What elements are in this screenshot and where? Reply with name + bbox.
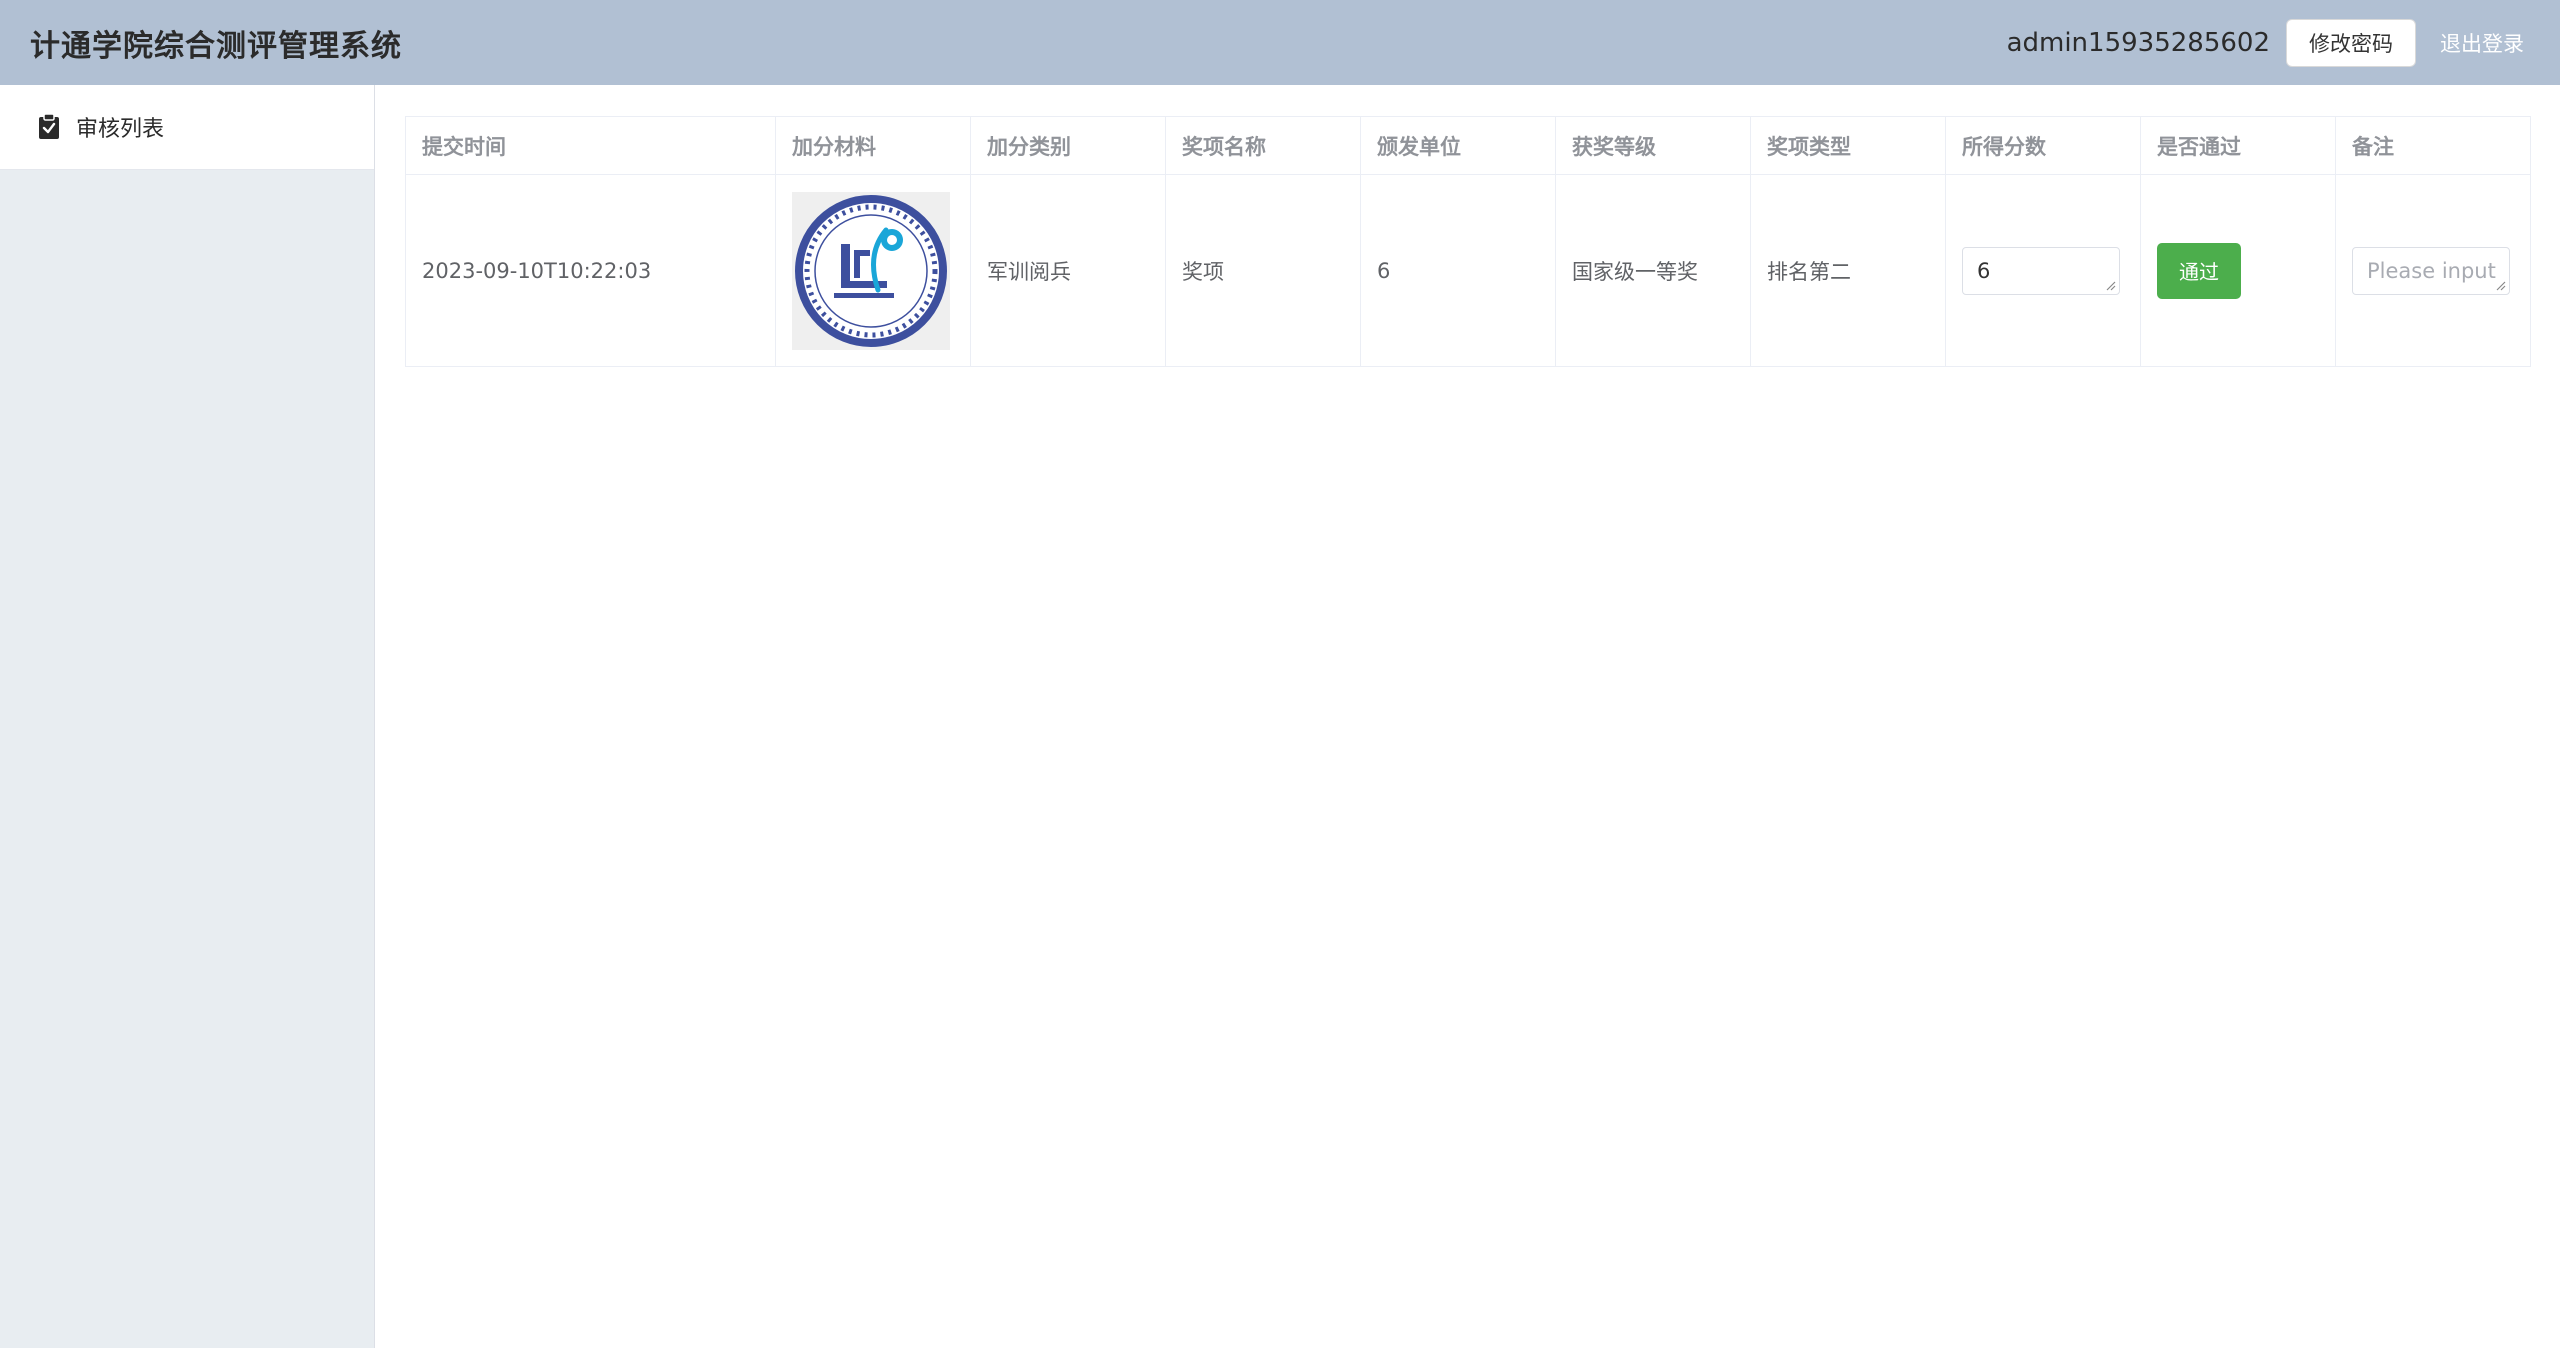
clipboard-check-icon bbox=[38, 114, 60, 140]
top-header: 计通学院综合测评管理系统 admin15935285602 修改密码 退出登录 bbox=[0, 0, 2560, 85]
column-header: 奖项名称 bbox=[1165, 116, 1361, 175]
remark-placeholder: Please input bbox=[2367, 258, 2496, 283]
material-cell bbox=[775, 174, 971, 367]
table-header-row: 提交时间 加分材料 加分类别 奖项名称 颁发单位 获奖等级 奖项类型 所得分数 … bbox=[405, 116, 2531, 175]
score-cell: 6 bbox=[1945, 174, 2141, 367]
pass-cell: 通过 bbox=[2140, 174, 2336, 367]
change-password-button[interactable]: 修改密码 bbox=[2286, 18, 2416, 67]
resize-handle-icon[interactable] bbox=[2106, 281, 2116, 291]
sidebar: 审核列表 bbox=[0, 85, 375, 1348]
app-title: 计通学院综合测评管理系统 bbox=[30, 28, 402, 64]
remark-cell: Please input bbox=[2335, 174, 2531, 367]
school-emblem-icon bbox=[795, 194, 947, 347]
material-image[interactable] bbox=[792, 191, 950, 350]
username-label: admin15935285602 bbox=[2006, 27, 2270, 58]
pass-button[interactable]: 通过 bbox=[2157, 242, 2241, 299]
column-header: 颁发单位 bbox=[1360, 116, 1556, 175]
column-header: 奖项类型 bbox=[1750, 116, 1946, 175]
category-cell: 军训阅兵 bbox=[970, 174, 1166, 367]
issuer-cell: 6 bbox=[1360, 174, 1556, 367]
award-name-cell: 奖项 bbox=[1165, 174, 1361, 367]
submit-time-cell: 2023-09-10T10:22:03 bbox=[405, 174, 776, 367]
award-type-cell: 排名第二 bbox=[1750, 174, 1946, 367]
header-actions: admin15935285602 修改密码 退出登录 bbox=[2006, 18, 2524, 67]
resize-handle-icon[interactable] bbox=[2496, 281, 2506, 291]
review-table: 提交时间 加分材料 加分类别 奖项名称 颁发单位 获奖等级 奖项类型 所得分数 … bbox=[405, 116, 2531, 367]
sidebar-item-label: 审核列表 bbox=[76, 117, 165, 142]
score-value: 6 bbox=[1977, 258, 1991, 283]
column-header: 是否通过 bbox=[2140, 116, 2336, 175]
column-header: 加分类别 bbox=[970, 116, 1166, 175]
column-header: 加分材料 bbox=[775, 116, 971, 175]
column-header: 备注 bbox=[2335, 116, 2531, 175]
main-content: 提交时间 加分材料 加分类别 奖项名称 颁发单位 获奖等级 奖项类型 所得分数 … bbox=[375, 85, 2560, 1348]
score-input[interactable]: 6 bbox=[1962, 246, 2120, 295]
column-header: 所得分数 bbox=[1945, 116, 2141, 175]
logout-link[interactable]: 退出登录 bbox=[2440, 28, 2524, 58]
column-header: 获奖等级 bbox=[1555, 116, 1751, 175]
level-cell: 国家级一等奖 bbox=[1555, 174, 1751, 367]
sidebar-item-review-list[interactable]: 审核列表 bbox=[0, 85, 374, 170]
remark-input[interactable]: Please input bbox=[2352, 246, 2510, 295]
table-row: 2023-09-10T10:22:03 军训阅兵 奖项 6 国家级一等奖 排名第… bbox=[405, 174, 2531, 367]
column-header: 提交时间 bbox=[405, 116, 776, 175]
